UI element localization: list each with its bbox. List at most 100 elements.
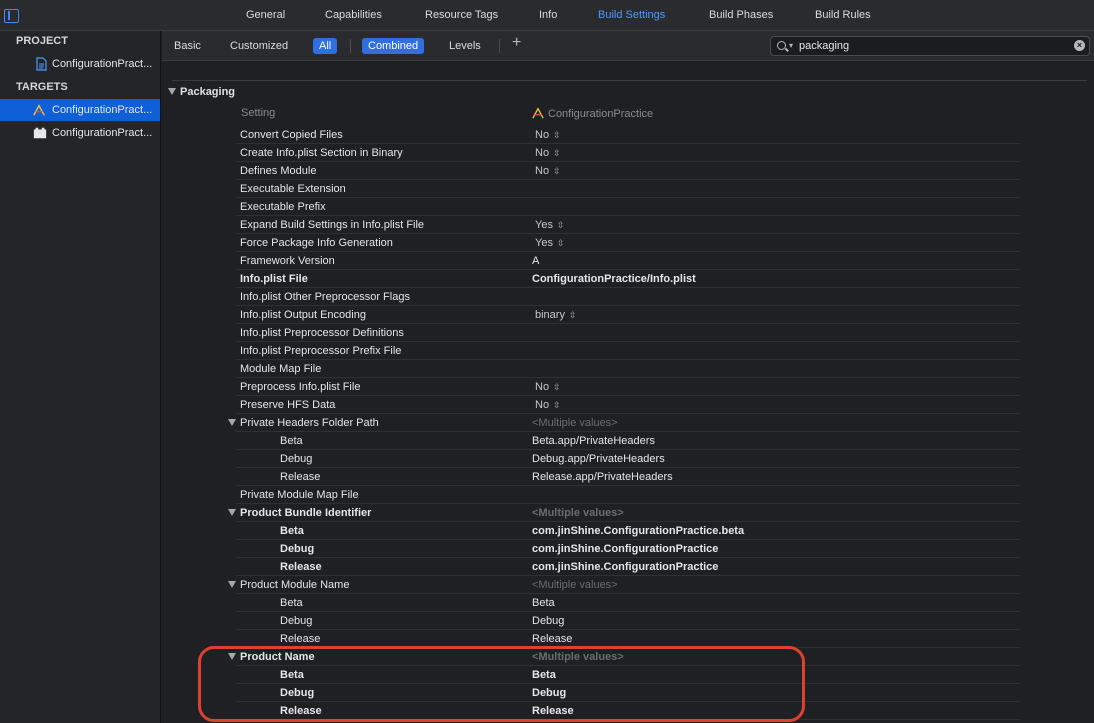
setting-value[interactable]: No ⇳ (535, 381, 561, 393)
project-section-header: PROJECT (16, 35, 68, 47)
sidebar-item-target-app[interactable]: ConfigurationPract... (0, 99, 160, 121)
setting-value[interactable]: binary ⇳ (535, 309, 577, 321)
packaging-section-header[interactable]: Packaging (168, 86, 235, 98)
setting-row-info-plist-preprocessor-defs[interactable]: Info.plist Preprocessor Definitions (236, 324, 1020, 342)
tab-resource-tags[interactable]: Resource Tags (425, 9, 498, 21)
config-row-release[interactable]: Release Release (236, 702, 1020, 720)
setting-value[interactable]: No ⇳ (535, 129, 561, 141)
setting-value[interactable]: Debug (532, 687, 566, 699)
setting-row-product-name[interactable]: Product Name <Multiple values> (228, 648, 1020, 666)
setting-name: Preserve HFS Data (240, 399, 336, 411)
setting-row-create-info-plist-section[interactable]: Create Info.plist Section in Binary No ⇳ (236, 144, 1020, 162)
search-input[interactable] (799, 38, 1069, 54)
config-row-debug[interactable]: Debug com.jinShine.ConfigurationPractice (236, 540, 1020, 558)
setting-row-force-package-info[interactable]: Force Package Info Generation Yes ⇳ (236, 234, 1020, 252)
filter-combined-button[interactable]: Combined (362, 38, 425, 54)
setting-row-executable-extension[interactable]: Executable Extension (236, 180, 1020, 198)
setting-row-info-plist-prefix-file[interactable]: Info.plist Preprocessor Prefix File (236, 342, 1020, 360)
setting-name: Private Module Map File (240, 489, 359, 501)
setting-value[interactable]: Yes ⇳ (535, 237, 565, 249)
setting-row-expand-build-settings[interactable]: Expand Build Settings in Info.plist File… (236, 216, 1020, 234)
setting-row-product-module-name[interactable]: Product Module Name <Multiple values> (228, 576, 1020, 594)
setting-value[interactable]: Beta (532, 597, 555, 609)
setting-row-executable-prefix[interactable]: Executable Prefix (236, 198, 1020, 216)
chevron-down-icon[interactable]: ▾ (789, 41, 793, 50)
config-row-debug[interactable]: Debug Debug (236, 612, 1020, 630)
tab-general[interactable]: General (246, 9, 285, 21)
setting-row-convert-copied-files[interactable]: Convert Copied Files No ⇳ (236, 126, 1020, 144)
project-file-icon (36, 57, 47, 71)
setting-value[interactable]: No ⇳ (535, 165, 561, 177)
config-row-debug[interactable]: Debug Debug (236, 684, 1020, 702)
clear-search-icon[interactable]: × (1074, 40, 1085, 51)
navigator-toggle-icon[interactable] (4, 9, 19, 23)
setting-row-product-bundle-identifier[interactable]: Product Bundle Identifier <Multiple value… (228, 504, 1020, 522)
setting-name: Create Info.plist Section in Binary (240, 147, 403, 159)
filter-levels-button[interactable]: Levels (443, 38, 487, 54)
config-row-beta[interactable]: Beta Beta (236, 666, 1020, 684)
setting-row-info-plist-file[interactable]: Info.plist File ConfigurationPractice/Inf… (236, 270, 1020, 288)
setting-value[interactable]: com.jinShine.ConfigurationPractice (532, 561, 718, 573)
setting-name: Preprocess Info.plist File (240, 381, 361, 393)
filter-all-button[interactable]: All (313, 38, 338, 54)
setting-row-private-headers-folder[interactable]: Private Headers Folder Path <Multiple val… (228, 414, 1020, 432)
search-field[interactable]: ▾ × (770, 36, 1090, 56)
filter-basic-button[interactable]: Basic (168, 38, 207, 54)
setting-value[interactable]: <Multiple values> (532, 579, 618, 591)
config-name: Release (280, 705, 322, 717)
sidebar-item-project[interactable]: ConfigurationPract... (0, 53, 160, 75)
sidebar-item-target-tests[interactable]: ConfigurationPract... (0, 122, 160, 144)
setting-value[interactable]: Release.app/PrivateHeaders (532, 471, 673, 483)
config-row-beta[interactable]: Beta Beta (236, 594, 1020, 612)
config-row-beta[interactable]: Beta com.jinShine.ConfigurationPractice.b… (236, 522, 1020, 540)
add-setting-button[interactable]: + (512, 34, 521, 52)
project-item-label: ConfigurationPract... (52, 58, 153, 70)
setting-value[interactable]: <Multiple values> (532, 507, 624, 519)
setting-row-module-map-file[interactable]: Module Map File (236, 360, 1020, 378)
setting-value[interactable]: Release (532, 705, 574, 717)
filter-customized-button[interactable]: Customized (224, 38, 294, 54)
config-name: Beta (280, 669, 304, 681)
setting-value[interactable]: ConfigurationPractice/Info.plist (532, 273, 696, 285)
setting-value[interactable]: A (532, 255, 539, 267)
setting-value[interactable]: No ⇳ (535, 147, 561, 159)
tab-build-phases[interactable]: Build Phases (709, 9, 773, 21)
setting-value[interactable]: No ⇳ (535, 399, 561, 411)
setting-row-preprocess-info-plist[interactable]: Preprocess Info.plist File No ⇳ (236, 378, 1020, 396)
config-name: Debug (280, 543, 315, 555)
setting-value[interactable]: Debug.app/PrivateHeaders (532, 453, 665, 465)
setting-value[interactable]: Release (532, 633, 572, 645)
setting-value[interactable]: <Multiple values> (532, 417, 618, 429)
config-row-debug[interactable]: Debug Debug.app/PrivateHeaders (236, 450, 1020, 468)
setting-row-private-module-map-file[interactable]: Private Module Map File (236, 486, 1020, 504)
setting-row-defines-module[interactable]: Defines Module No ⇳ (236, 162, 1020, 180)
setting-name: Product Module Name (240, 579, 350, 591)
disclosure-triangle-icon[interactable] (228, 419, 236, 426)
setting-name: Info.plist Preprocessor Prefix File (240, 345, 402, 357)
setting-row-info-plist-other-flags[interactable]: Info.plist Other Preprocessor Flags (236, 288, 1020, 306)
setting-value[interactable]: Yes ⇳ (535, 219, 565, 231)
disclosure-triangle-icon[interactable] (228, 581, 236, 588)
setting-row-framework-version[interactable]: Framework Version A (236, 252, 1020, 270)
tab-capabilities[interactable]: Capabilities (325, 9, 382, 21)
setting-value[interactable]: com.jinShine.ConfigurationPractice (532, 543, 718, 555)
tab-build-settings[interactable]: Build Settings (598, 9, 665, 21)
setting-value[interactable]: Beta.app/PrivateHeaders (532, 435, 655, 447)
setting-value[interactable]: Beta (532, 669, 556, 681)
tab-info[interactable]: Info (539, 9, 557, 21)
setting-row-info-plist-output-encoding[interactable]: Info.plist Output Encoding binary ⇳ (236, 306, 1020, 324)
config-row-release[interactable]: Release com.jinShine.ConfigurationPractic… (236, 558, 1020, 576)
config-row-beta[interactable]: Beta Beta.app/PrivateHeaders (236, 432, 1020, 450)
config-name: Beta (280, 597, 303, 609)
config-row-release[interactable]: Release Release.app/PrivateHeaders (236, 468, 1020, 486)
setting-value[interactable]: Debug (532, 615, 564, 627)
disclosure-triangle-icon[interactable] (228, 653, 236, 660)
divider (499, 39, 500, 53)
setting-value[interactable]: com.jinShine.ConfigurationPractice.beta (532, 525, 744, 537)
disclosure-triangle-icon[interactable] (228, 509, 236, 516)
setting-name: Info.plist Preprocessor Definitions (240, 327, 404, 339)
setting-row-preserve-hfs-data[interactable]: Preserve HFS Data No ⇳ (236, 396, 1020, 414)
config-row-release[interactable]: Release Release (236, 630, 1020, 648)
tab-build-rules[interactable]: Build Rules (815, 9, 871, 21)
setting-value[interactable]: <Multiple values> (532, 651, 624, 663)
